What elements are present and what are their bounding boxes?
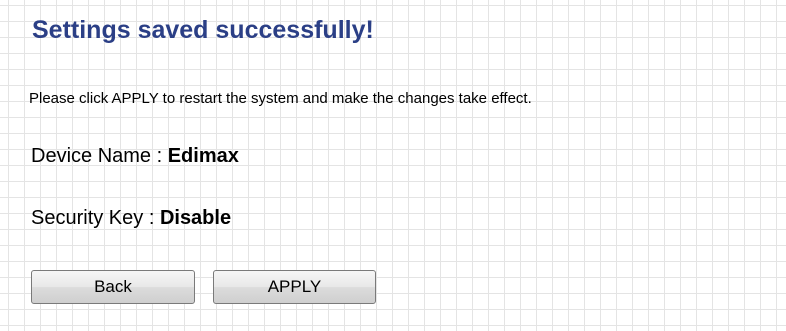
security-key-label: Security Key : xyxy=(31,207,160,229)
back-button[interactable]: Back xyxy=(31,270,195,304)
apply-notice: Please click APPLY to restart the system… xyxy=(29,90,532,107)
page-title: Settings saved successfully! xyxy=(32,16,374,44)
device-name-value: Edimax xyxy=(167,145,239,167)
security-key-value: Disable xyxy=(159,207,232,229)
device-name-label: Device Name : xyxy=(31,145,168,167)
security-key-row: Security Key : Disable xyxy=(31,207,231,230)
apply-button[interactable]: APPLY xyxy=(213,270,376,304)
device-name-row: Device Name : Edimax xyxy=(31,145,239,168)
